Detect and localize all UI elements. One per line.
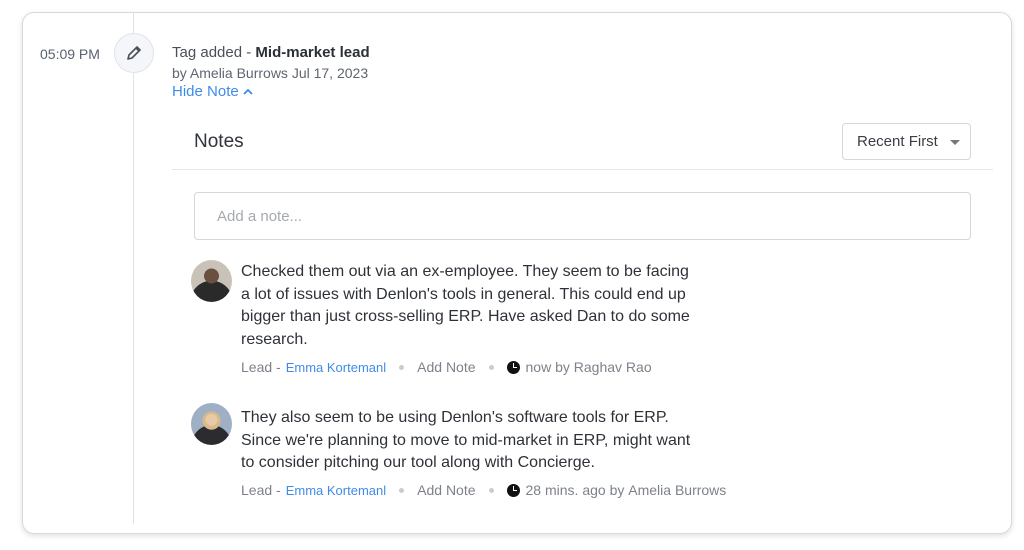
tag-name: Mid-market lead xyxy=(255,44,370,61)
divider xyxy=(172,169,993,170)
note-meta: Lead - Emma Kortemanl Add Note now by Ra… xyxy=(241,359,652,375)
note-line: Since we're planning to move to mid-mark… xyxy=(241,431,691,449)
separator: - xyxy=(276,359,281,375)
sort-selected: Recent First xyxy=(857,133,938,150)
note-line: research. xyxy=(241,330,308,348)
module-label: Lead xyxy=(241,482,273,498)
avatar xyxy=(191,403,232,445)
clock-icon xyxy=(506,360,520,374)
note-author: Amelia Burrows xyxy=(628,482,727,498)
module-label: Lead xyxy=(241,359,273,375)
note-time: now xyxy=(525,359,552,375)
record-link[interactable]: Emma Kortemanl xyxy=(286,483,386,498)
notes-heading: Notes xyxy=(194,131,244,152)
dot-separator xyxy=(399,487,405,493)
activity-time: 05:09 PM xyxy=(40,46,100,62)
activity-byline: by Amelia Burrows Jul 17, 2023 xyxy=(172,65,369,81)
note-author: Raghav Rao xyxy=(573,359,652,375)
avatar xyxy=(191,260,232,302)
note-time: 28 mins. ago xyxy=(525,482,606,498)
note-line: Checked them out via an ex-employee. The… xyxy=(241,263,689,280)
add-note-link[interactable]: Add Note xyxy=(417,359,475,375)
record-link[interactable]: Emma Kortemanl xyxy=(286,360,386,375)
pencil-icon xyxy=(114,33,154,73)
chevron-up-icon xyxy=(243,88,253,95)
note-line: bigger than just cross-selling ERP. Have… xyxy=(241,308,690,325)
timeline-line xyxy=(133,12,134,524)
activity-title: Tag added - Mid-market lead xyxy=(172,44,370,61)
sort-dropdown[interactable]: Recent First xyxy=(842,123,971,160)
hide-note-toggle[interactable]: Hide Note xyxy=(172,83,253,100)
note-line: to consider pitching our tool along with… xyxy=(241,454,595,471)
dot-separator xyxy=(488,364,494,370)
by-label: by xyxy=(555,359,570,375)
by-label: by xyxy=(609,482,625,498)
note-meta: Lead - Emma Kortemanl Add Note 28 mins. … xyxy=(241,482,726,498)
add-note-link[interactable]: Add Note xyxy=(417,482,475,498)
note-line: They also seem to be using Denlon's soft… xyxy=(241,409,669,426)
toggle-label: Hide Note xyxy=(172,83,239,100)
note-text: Checked them out via an ex-employee. The… xyxy=(241,261,741,351)
note-text: They also seem to be using Denlon's soft… xyxy=(241,407,741,475)
separator: - xyxy=(276,482,281,498)
clock-icon xyxy=(506,483,520,497)
dot-separator xyxy=(399,364,405,370)
note-line: a lot of issues with Denlon's tools in g… xyxy=(241,285,686,303)
caret-down-icon xyxy=(950,140,960,145)
title-prefix: Tag added - xyxy=(172,44,256,61)
add-note-input[interactable] xyxy=(194,192,971,240)
dot-separator xyxy=(488,487,494,493)
